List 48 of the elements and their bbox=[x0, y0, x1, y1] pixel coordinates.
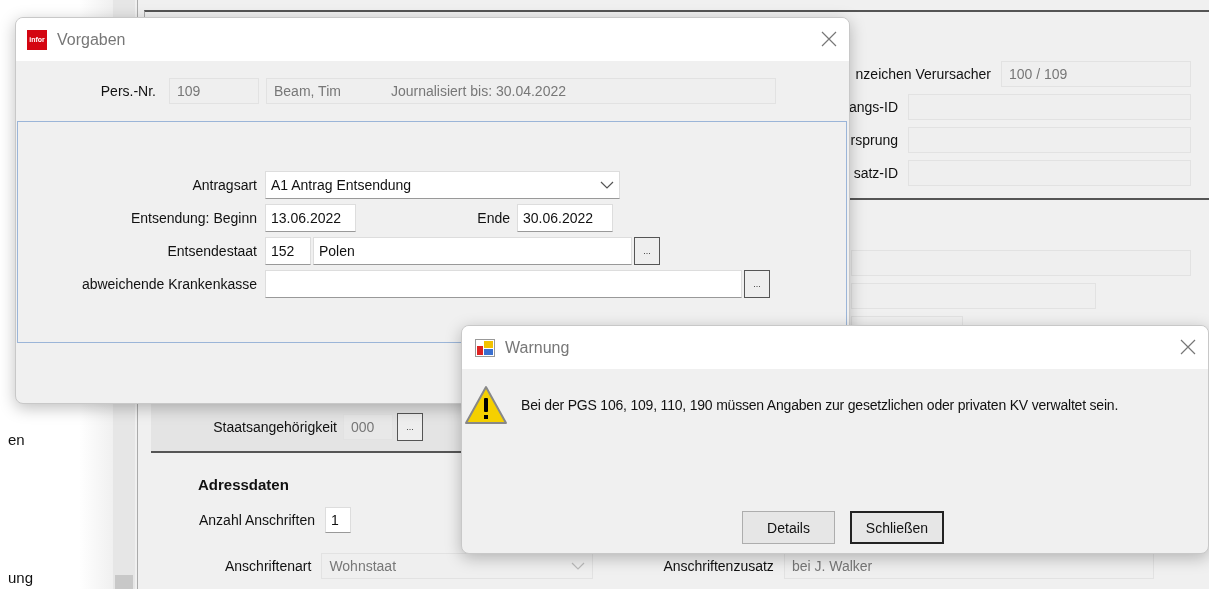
field-label: Anschriftenzusatz bbox=[663, 558, 774, 574]
dialog-button[interactable]: Schließen bbox=[850, 511, 944, 544]
input-field[interactable] bbox=[265, 270, 742, 298]
field-label: nzeichen Verursacher bbox=[855, 66, 991, 82]
field-label: rsprung bbox=[850, 132, 898, 148]
field-label: Entsendung: Beginn bbox=[129, 210, 257, 226]
close-icon[interactable] bbox=[1180, 339, 1196, 355]
browse-button[interactable]: ... bbox=[744, 270, 770, 298]
caret-icon bbox=[571, 562, 586, 570]
field-label: Anzahl Anschriften bbox=[199, 512, 315, 528]
close-icon[interactable] bbox=[821, 31, 837, 47]
input-field[interactable]: 100 / 109 bbox=[1001, 61, 1191, 87]
warning-icon bbox=[464, 385, 508, 425]
field-label: Anschriftenart bbox=[225, 558, 312, 574]
field-label: Staatsangehörigkeit bbox=[213, 418, 337, 435]
window-title: Vorgaben bbox=[57, 30, 126, 49]
field-label: abweichende Krankenkasse bbox=[80, 276, 257, 292]
input-field[interactable]: Beam, Tim Journalisiert bis: 30.04.2022 bbox=[266, 77, 776, 104]
field-label: satz-ID bbox=[853, 165, 898, 181]
date-field[interactable]: 13.06.2022 bbox=[265, 204, 356, 232]
field-value: Beam, Tim bbox=[274, 82, 341, 99]
field-label: Pers.-Nr. bbox=[99, 82, 156, 99]
input-field[interactable]: 152 bbox=[265, 237, 311, 265]
input-field[interactable]: 1 bbox=[324, 507, 351, 533]
input-field[interactable] bbox=[851, 283, 1096, 309]
dropdown[interactable]: A1 Antrag Entsendung bbox=[265, 171, 620, 199]
dialog-button[interactable]: Details bbox=[742, 511, 835, 544]
input-field[interactable]: bei J. Walker bbox=[783, 553, 1154, 579]
sidebar-item[interactable]: ung bbox=[8, 569, 113, 587]
field-label: Ende bbox=[476, 210, 510, 226]
field-label: Entsendestaat bbox=[166, 243, 257, 259]
field-label: angs-ID bbox=[848, 99, 898, 115]
warning-message: Bei der PGS 106, 109, 110, 190 müssen Angaben zur gesetzlichen oder privaten KV verwaltet sein. bbox=[521, 397, 1119, 413]
input-field[interactable]: 109 bbox=[169, 77, 259, 104]
sidebar-item[interactable]: en bbox=[8, 431, 113, 449]
browse-button[interactable]: ... bbox=[397, 412, 423, 441]
section-heading: Adressdaten bbox=[198, 476, 289, 493]
window-icon bbox=[475, 338, 495, 357]
input-field[interactable]: 000 bbox=[343, 413, 393, 440]
field-label: Antragsart bbox=[191, 177, 257, 193]
browse-button[interactable]: ... bbox=[634, 237, 660, 265]
field-value: Journalisiert bis: 30.04.2022 bbox=[390, 82, 566, 99]
dropdown[interactable]: Wohnstaat bbox=[321, 553, 594, 579]
input-field[interactable]: Polen bbox=[313, 237, 632, 265]
window-title: Warnung bbox=[505, 338, 570, 357]
date-field[interactable]: 30.06.2022 bbox=[517, 204, 613, 232]
caret-icon bbox=[600, 181, 614, 189]
input-field[interactable] bbox=[851, 250, 1191, 276]
